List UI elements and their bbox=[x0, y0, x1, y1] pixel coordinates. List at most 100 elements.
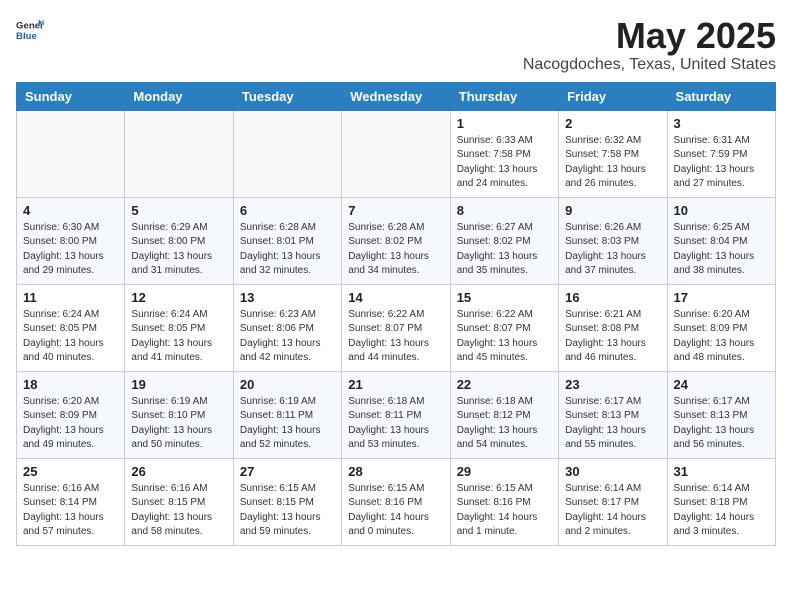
day-cell: 21 Sunrise: 6:18 AM Sunset: 8:11 PM Dayli… bbox=[342, 371, 450, 458]
day-cell: 4 Sunrise: 6:30 AM Sunset: 8:00 PM Daylig… bbox=[17, 197, 125, 284]
day-cell: 5 Sunrise: 6:29 AM Sunset: 8:00 PM Daylig… bbox=[125, 197, 233, 284]
title-block: May 2025 Nacogdoches, Texas, United Stat… bbox=[523, 16, 776, 74]
day-number: 21 bbox=[348, 377, 443, 392]
day-number: 4 bbox=[23, 203, 118, 218]
day-info: Sunrise: 6:20 AM Sunset: 8:09 PM Dayligh… bbox=[674, 308, 769, 366]
day-cell: 14 Sunrise: 6:22 AM Sunset: 8:07 PM Dayli… bbox=[342, 284, 450, 371]
day-cell: 10Sunrise: 6:25 AM Sunset: 8:04 PM Dayli… bbox=[667, 197, 775, 284]
day-number: 16 bbox=[565, 290, 660, 305]
day-cell bbox=[125, 110, 233, 197]
day-number: 26 bbox=[131, 464, 226, 479]
day-number: 31 bbox=[674, 464, 769, 479]
day-cell bbox=[17, 110, 125, 197]
svg-text:Blue: Blue bbox=[16, 31, 37, 42]
day-number: 7 bbox=[348, 203, 443, 218]
day-number: 28 bbox=[348, 464, 443, 479]
day-info: Sunrise: 6:18 AM Sunset: 8:11 PM Dayligh… bbox=[348, 395, 443, 453]
day-cell: 25Sunrise: 6:16 AM Sunset: 8:14 PM Dayli… bbox=[17, 458, 125, 545]
weekday-header-sunday: Sunday bbox=[17, 82, 125, 110]
day-info: Sunrise: 6:16 AM Sunset: 8:14 PM Dayligh… bbox=[23, 482, 118, 540]
day-info: Sunrise: 6:33 AM Sunset: 7:58 PM Dayligh… bbox=[457, 134, 552, 192]
day-number: 17 bbox=[674, 290, 769, 305]
day-cell: 16 Sunrise: 6:21 AM Sunset: 8:08 PM Dayli… bbox=[559, 284, 667, 371]
day-number: 13 bbox=[240, 290, 335, 305]
day-info: Sunrise: 6:14 AM Sunset: 8:18 PM Dayligh… bbox=[674, 482, 769, 540]
day-cell: 31 Sunrise: 6:14 AM Sunset: 8:18 PM Dayli… bbox=[667, 458, 775, 545]
day-info: Sunrise: 6:20 AM Sunset: 8:09 PM Dayligh… bbox=[23, 395, 118, 453]
day-cell: 18 Sunrise: 6:20 AM Sunset: 8:09 PM Dayli… bbox=[17, 371, 125, 458]
day-cell: 2Sunrise: 6:32 AM Sunset: 7:58 PM Daylig… bbox=[559, 110, 667, 197]
week-row-4: 18 Sunrise: 6:20 AM Sunset: 8:09 PM Dayli… bbox=[17, 371, 776, 458]
weekday-header-thursday: Thursday bbox=[450, 82, 558, 110]
day-info: Sunrise: 6:19 AM Sunset: 8:10 PM Dayligh… bbox=[131, 395, 226, 453]
day-info: Sunrise: 6:29 AM Sunset: 8:00 PM Dayligh… bbox=[131, 221, 226, 279]
day-cell bbox=[342, 110, 450, 197]
day-info: Sunrise: 6:27 AM Sunset: 8:02 PM Dayligh… bbox=[457, 221, 552, 279]
day-info: Sunrise: 6:32 AM Sunset: 7:58 PM Dayligh… bbox=[565, 134, 660, 192]
day-cell: 19 Sunrise: 6:19 AM Sunset: 8:10 PM Dayli… bbox=[125, 371, 233, 458]
weekday-header-saturday: Saturday bbox=[667, 82, 775, 110]
day-cell: 20 Sunrise: 6:19 AM Sunset: 8:11 PM Dayli… bbox=[233, 371, 341, 458]
day-number: 15 bbox=[457, 290, 552, 305]
day-cell: 3Sunrise: 6:31 AM Sunset: 7:59 PM Daylig… bbox=[667, 110, 775, 197]
calendar-title: May 2025 bbox=[523, 16, 776, 56]
day-cell bbox=[233, 110, 341, 197]
day-cell: 11 Sunrise: 6:24 AM Sunset: 8:05 PM Dayli… bbox=[17, 284, 125, 371]
day-info: Sunrise: 6:18 AM Sunset: 8:12 PM Dayligh… bbox=[457, 395, 552, 453]
day-cell: 8 Sunrise: 6:27 AM Sunset: 8:02 PM Daylig… bbox=[450, 197, 558, 284]
day-info: Sunrise: 6:23 AM Sunset: 8:06 PM Dayligh… bbox=[240, 308, 335, 366]
day-info: Sunrise: 6:30 AM Sunset: 8:00 PM Dayligh… bbox=[23, 221, 118, 279]
day-number: 5 bbox=[131, 203, 226, 218]
day-number: 12 bbox=[131, 290, 226, 305]
day-info: Sunrise: 6:15 AM Sunset: 8:15 PM Dayligh… bbox=[240, 482, 335, 540]
day-number: 29 bbox=[457, 464, 552, 479]
weekday-header-tuesday: Tuesday bbox=[233, 82, 341, 110]
page-header: General Blue May 2025 Nacogdoches, Texas… bbox=[16, 16, 776, 74]
day-info: Sunrise: 6:28 AM Sunset: 8:02 PM Dayligh… bbox=[348, 221, 443, 279]
day-info: Sunrise: 6:19 AM Sunset: 8:11 PM Dayligh… bbox=[240, 395, 335, 453]
day-number: 1 bbox=[457, 116, 552, 131]
day-number: 19 bbox=[131, 377, 226, 392]
day-info: Sunrise: 6:17 AM Sunset: 8:13 PM Dayligh… bbox=[674, 395, 769, 453]
day-info: Sunrise: 6:16 AM Sunset: 8:15 PM Dayligh… bbox=[131, 482, 226, 540]
weekday-header-monday: Monday bbox=[125, 82, 233, 110]
day-number: 24 bbox=[674, 377, 769, 392]
day-number: 23 bbox=[565, 377, 660, 392]
week-row-1: 1 Sunrise: 6:33 AM Sunset: 7:58 PM Daylig… bbox=[17, 110, 776, 197]
weekday-header-friday: Friday bbox=[559, 82, 667, 110]
day-number: 18 bbox=[23, 377, 118, 392]
day-info: Sunrise: 6:24 AM Sunset: 8:05 PM Dayligh… bbox=[23, 308, 118, 366]
week-row-2: 4 Sunrise: 6:30 AM Sunset: 8:00 PM Daylig… bbox=[17, 197, 776, 284]
day-number: 6 bbox=[240, 203, 335, 218]
day-number: 11 bbox=[23, 290, 118, 305]
day-cell: 15Sunrise: 6:22 AM Sunset: 8:07 PM Dayli… bbox=[450, 284, 558, 371]
day-cell: 28 Sunrise: 6:15 AM Sunset: 8:16 PM Dayli… bbox=[342, 458, 450, 545]
day-number: 14 bbox=[348, 290, 443, 305]
day-info: Sunrise: 6:22 AM Sunset: 8:07 PM Dayligh… bbox=[348, 308, 443, 366]
day-cell: 6Sunrise: 6:28 AM Sunset: 8:01 PM Daylig… bbox=[233, 197, 341, 284]
day-cell: 30 Sunrise: 6:14 AM Sunset: 8:17 PM Dayli… bbox=[559, 458, 667, 545]
day-number: 8 bbox=[457, 203, 552, 218]
day-info: Sunrise: 6:26 AM Sunset: 8:03 PM Dayligh… bbox=[565, 221, 660, 279]
day-number: 20 bbox=[240, 377, 335, 392]
day-number: 3 bbox=[674, 116, 769, 131]
day-info: Sunrise: 6:14 AM Sunset: 8:17 PM Dayligh… bbox=[565, 482, 660, 540]
week-row-5: 25Sunrise: 6:16 AM Sunset: 8:14 PM Dayli… bbox=[17, 458, 776, 545]
day-cell: 12Sunrise: 6:24 AM Sunset: 8:05 PM Dayli… bbox=[125, 284, 233, 371]
day-cell: 23Sunrise: 6:17 AM Sunset: 8:13 PM Dayli… bbox=[559, 371, 667, 458]
weekday-header-row: SundayMondayTuesdayWednesdayThursdayFrid… bbox=[17, 82, 776, 110]
day-info: Sunrise: 6:15 AM Sunset: 8:16 PM Dayligh… bbox=[348, 482, 443, 540]
day-cell: 29Sunrise: 6:15 AM Sunset: 8:16 PM Dayli… bbox=[450, 458, 558, 545]
day-info: Sunrise: 6:25 AM Sunset: 8:04 PM Dayligh… bbox=[674, 221, 769, 279]
logo: General Blue bbox=[16, 16, 44, 44]
weekday-header-wednesday: Wednesday bbox=[342, 82, 450, 110]
day-number: 30 bbox=[565, 464, 660, 479]
day-cell: 17 Sunrise: 6:20 AM Sunset: 8:09 PM Dayli… bbox=[667, 284, 775, 371]
day-cell: 26 Sunrise: 6:16 AM Sunset: 8:15 PM Dayli… bbox=[125, 458, 233, 545]
day-cell: 24 Sunrise: 6:17 AM Sunset: 8:13 PM Dayli… bbox=[667, 371, 775, 458]
day-info: Sunrise: 6:21 AM Sunset: 8:08 PM Dayligh… bbox=[565, 308, 660, 366]
logo-icon: General Blue bbox=[16, 16, 44, 44]
day-cell: 7 Sunrise: 6:28 AM Sunset: 8:02 PM Daylig… bbox=[342, 197, 450, 284]
day-number: 27 bbox=[240, 464, 335, 479]
calendar-table: SundayMondayTuesdayWednesdayThursdayFrid… bbox=[16, 82, 776, 546]
